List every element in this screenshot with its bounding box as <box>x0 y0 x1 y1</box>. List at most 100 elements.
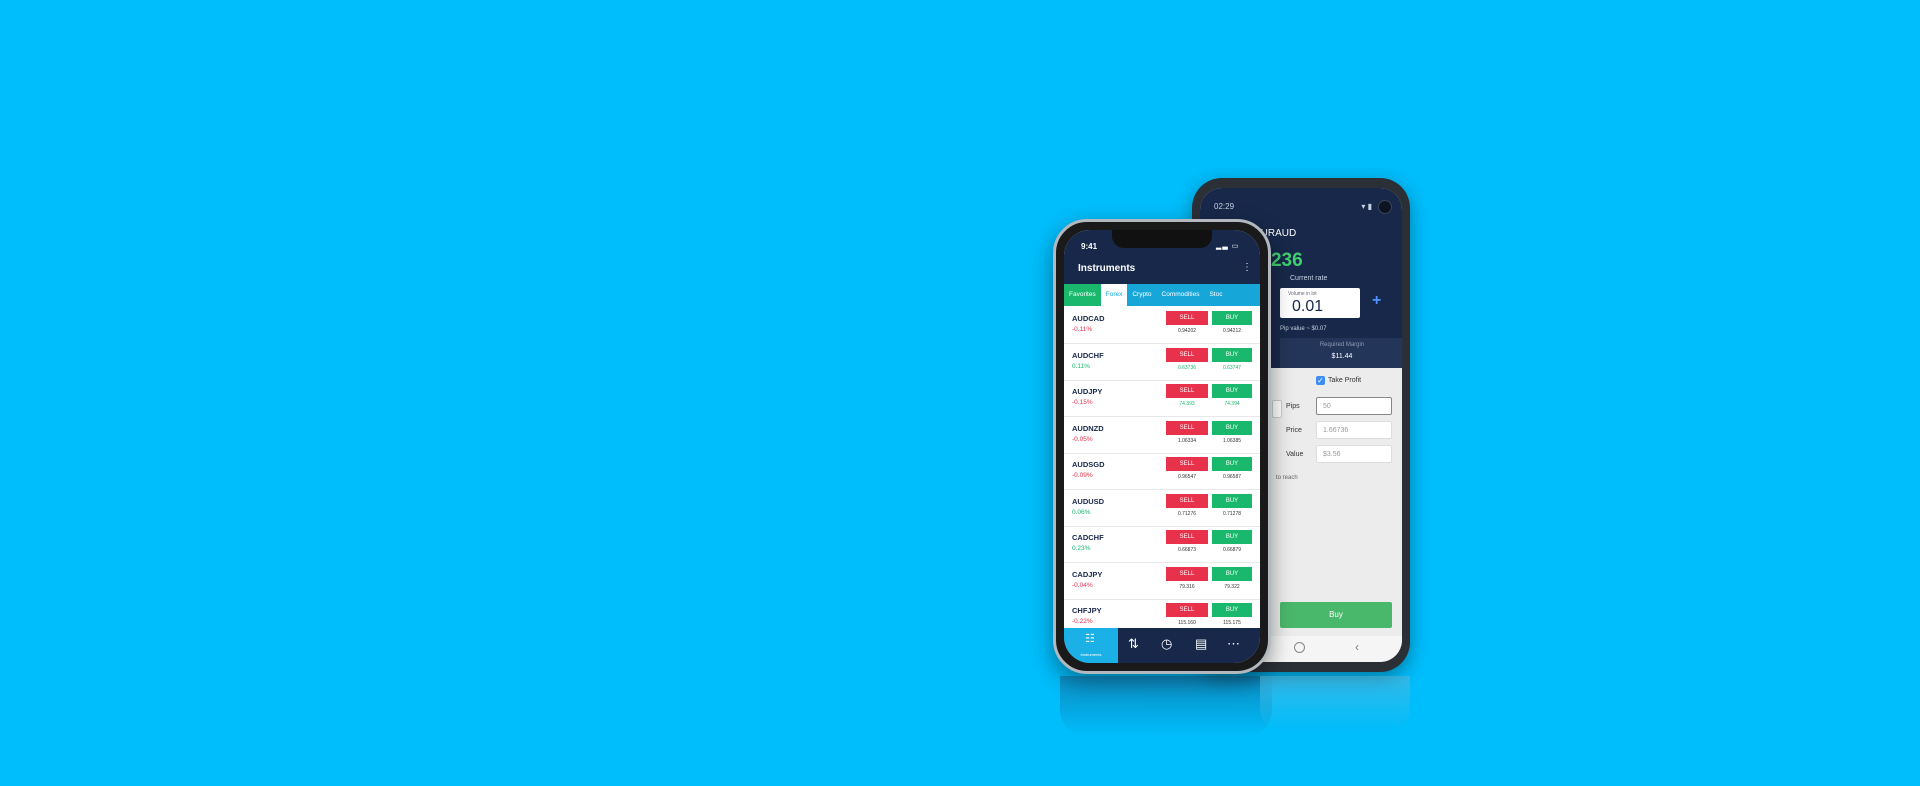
pips-label: Pips <box>1286 403 1300 410</box>
buy-button[interactable]: BUY <box>1212 420 1252 435</box>
sell-price: 0.66873 <box>1177 547 1197 553</box>
margin-label: Required Margin <box>1319 342 1365 348</box>
status-time: 02:29 <box>1214 202 1235 211</box>
sell-price: 0.63736 <box>1177 364 1197 371</box>
instrument-change: -0.11% <box>1072 326 1093 333</box>
status-time: 9:41 <box>1081 242 1098 251</box>
buy-button[interactable]: Buy <box>1280 602 1392 628</box>
tab-bar: ☷ Instruments ⇅ ◷ ▤ ⋯ <box>1064 628 1260 663</box>
document-icon[interactable]: ▤ <box>1195 636 1207 652</box>
sell-price: 74.393 <box>1179 401 1195 407</box>
chevron-left-icon[interactable]: ‹ <box>1355 640 1359 654</box>
instrument-symbol: AUDCHF <box>1072 350 1104 360</box>
buy-button[interactable]: BUY <box>1212 311 1252 325</box>
volume-value: 0.01 <box>1292 298 1324 315</box>
instrument-change: 0.06% <box>1072 508 1091 516</box>
sell-price: 115.160 <box>1178 620 1196 626</box>
instrument-symbol: CHFJPY <box>1072 606 1102 615</box>
buy-price: 0.71278 <box>1222 510 1242 517</box>
buy-price: 115.175 <box>1223 620 1241 626</box>
instrument-change: 0.23% <box>1072 545 1091 552</box>
price-input[interactable]: 1.66736 <box>1316 421 1392 439</box>
sell-button[interactable]: SELL <box>1166 384 1208 398</box>
instrument-symbol: CADJPY <box>1072 569 1103 579</box>
buy-button[interactable]: BUY <box>1212 457 1252 471</box>
instrument-row[interactable]: AUDNZD -0.05% SELL BUY 1.06334 1.06385 <box>1064 416 1260 454</box>
sell-price: 1.06334 <box>1177 437 1197 444</box>
sell-button[interactable]: SELL <box>1166 603 1208 617</box>
sell-button[interactable]: SELL <box>1166 311 1208 325</box>
instrument-change: 0.11% <box>1072 362 1090 370</box>
sell-button[interactable]: SELL <box>1166 457 1208 471</box>
instrument-row[interactable]: AUDCAD -0.11% SELL BUY 0.94202 0.94212 <box>1064 306 1260 344</box>
tab-forex[interactable]: Forex <box>1100 284 1128 306</box>
trade-arrows-icon[interactable]: ⇅ <box>1128 636 1139 652</box>
instrument-row[interactable]: AUDCHF 0.11% SELL BUY 0.63736 0.63747 <box>1064 343 1260 381</box>
sell-button[interactable]: SELL <box>1166 347 1208 362</box>
price-label: Price <box>1286 427 1302 434</box>
stop-loss-field[interactable] <box>1272 400 1282 418</box>
instrument-symbol: AUDJPY <box>1072 387 1103 396</box>
page-title: Instruments <box>1078 263 1136 274</box>
iphone: 9:41 ▂▃ ▭ Instruments ⋮ Favorites Forex … <box>1053 219 1271 674</box>
instrument-change: -0.05% <box>1072 435 1093 443</box>
buy-button[interactable]: BUY <box>1212 530 1252 544</box>
margin-value: $11.44 <box>1331 353 1353 360</box>
notch <box>1112 230 1212 248</box>
hero-banner: 02:29 ▾ ▮ ← EURAUD 1.66236 Current rate … <box>0 0 1920 786</box>
instrument-change: -0.04% <box>1072 581 1093 589</box>
more-icon[interactable]: ⋯ <box>1227 636 1240 652</box>
tab-stocks[interactable]: Stoc <box>1204 284 1227 306</box>
instrument-symbol: AUDUSD <box>1072 496 1105 506</box>
buy-price: 0.63747 <box>1222 364 1242 371</box>
pips-input[interactable]: 50 <box>1316 397 1392 415</box>
more-vertical-icon[interactable]: ⋮ <box>1242 262 1252 273</box>
iphone-screen: 9:41 ▂▃ ▭ Instruments ⋮ Favorites Forex … <box>1064 230 1260 663</box>
instrument-row[interactable]: CADJPY -0.04% SELL BUY 79.316 79.322 <box>1064 562 1260 600</box>
buy-price: 0.94212 <box>1222 328 1242 334</box>
nav-instruments-label: Instruments <box>1080 652 1102 657</box>
plus-icon[interactable]: + <box>1372 292 1381 310</box>
nav-instruments[interactable]: ☷ Instruments <box>1064 628 1118 663</box>
buy-button[interactable]: BUY <box>1212 566 1252 581</box>
volume-input[interactable]: Volume in lot 0.01 <box>1280 288 1360 318</box>
tab-favorites[interactable]: Favorites <box>1064 284 1101 306</box>
list-icon: ☷ <box>1085 633 1095 645</box>
buy-price: 74.394 <box>1224 401 1240 407</box>
iphone-reflection <box>1060 676 1272 736</box>
tab-crypto[interactable]: Crypto <box>1127 284 1156 306</box>
android-reflection <box>1260 676 1410 731</box>
buy-button[interactable]: BUY <box>1212 347 1252 362</box>
sell-button[interactable]: SELL <box>1166 493 1208 508</box>
buy-price: 0.66879 <box>1222 547 1242 553</box>
sell-price: 0.94202 <box>1177 328 1197 334</box>
instrument-row[interactable]: AUDSGD -0.09% SELL BUY 0.96547 0.96587 <box>1064 452 1260 490</box>
take-profit-label: Take Profit <box>1328 377 1362 384</box>
camera-icon <box>1378 200 1392 214</box>
home-icon[interactable] <box>1294 642 1305 653</box>
required-margin: Required Margin $11.44 <box>1280 338 1402 368</box>
instrument-row[interactable]: CADCHF 0.23% SELL BUY 0.66873 0.66879 <box>1064 525 1260 563</box>
value-input[interactable]: $3.56 <box>1316 445 1392 463</box>
sell-button[interactable]: SELL <box>1166 566 1208 581</box>
clock-icon[interactable]: ◷ <box>1161 636 1172 652</box>
phone-reflection <box>1060 676 1412 746</box>
buy-button[interactable]: BUY <box>1212 384 1252 398</box>
tab-commodities[interactable]: Commodities <box>1157 284 1205 306</box>
sell-button[interactable]: SELL <box>1166 420 1208 435</box>
take-profit-checkbox[interactable]: ✓ <box>1316 376 1325 385</box>
buy-button[interactable]: BUY <box>1212 603 1252 617</box>
pip-value: Pip value ~ $0.07 <box>1280 326 1327 332</box>
sell-price: 0.96547 <box>1177 474 1197 480</box>
instrument-symbol: CADCHF <box>1072 533 1104 542</box>
current-rate-label: Current rate <box>1290 275 1328 282</box>
instrument-row[interactable]: AUDJPY -0.15% SELL BUY 74.393 74.394 <box>1064 379 1260 417</box>
instrument-change: -0.22% <box>1072 618 1093 625</box>
instrument-row[interactable]: AUDUSD 0.06% SELL BUY 0.71276 0.71278 <box>1064 489 1260 527</box>
reach-text: to reach <box>1276 475 1298 481</box>
buy-button[interactable]: BUY <box>1212 493 1252 508</box>
sell-button[interactable]: SELL <box>1166 530 1208 544</box>
instrument-symbol: AUDNZD <box>1072 423 1104 433</box>
sell-price: 0.71276 <box>1177 510 1197 517</box>
sell-price: 79.316 <box>1179 583 1195 590</box>
